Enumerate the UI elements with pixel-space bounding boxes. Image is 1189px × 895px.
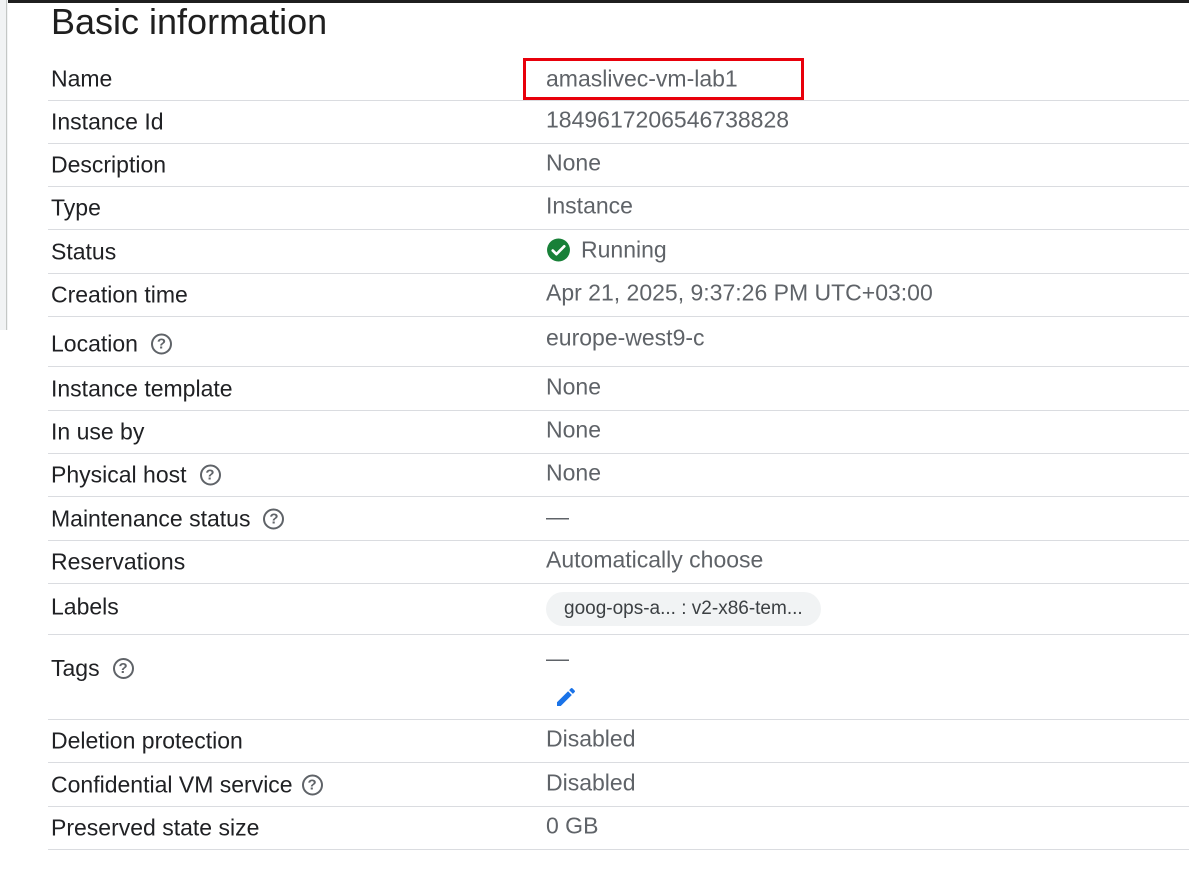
row-creation-time: Creation time Apr 21, 2025, 9:37:26 PM U… — [48, 274, 1189, 317]
row-label: Instance template — [51, 375, 233, 401]
description-value: None — [546, 149, 601, 176]
row-instance-template: Instance template None — [48, 367, 1189, 411]
section-title: Basic information — [51, 1, 328, 42]
instance-id-value: 1849617206546738828 — [546, 106, 790, 133]
row-status: Status Running — [48, 230, 1189, 274]
row-label: Tags ? — [51, 655, 134, 682]
row-labels: Labels goog-ops-a... : v2-x86-tem... — [48, 584, 1189, 635]
maintenance-status-help-icon[interactable]: ? — [263, 508, 285, 529]
tags-help-icon[interactable]: ? — [112, 658, 134, 679]
location-help-icon[interactable]: ? — [150, 333, 172, 354]
row-label: Confidential VM service ? — [51, 771, 323, 798]
status-value: Running — [546, 236, 667, 263]
row-label: Name — [51, 65, 113, 91]
row-label: Preserved state size — [51, 814, 260, 841]
reservations-value: Automatically choose — [546, 546, 764, 573]
row-label: Physical host ? — [51, 462, 221, 489]
row-deletion-protection: Deletion protection Disabled — [48, 720, 1189, 763]
row-description: Description None — [48, 144, 1189, 187]
physical-host-help-icon[interactable]: ? — [199, 464, 221, 486]
row-label: Deletion protection — [51, 727, 243, 754]
row-label: Description — [51, 151, 167, 178]
row-label: Status — [51, 238, 117, 264]
confidential-vm-help-icon[interactable]: ? — [301, 774, 323, 795]
in-use-by-value: None — [546, 416, 601, 443]
creation-time-value: Apr 21, 2025, 9:37:26 PM UTC+03:00 — [546, 279, 933, 306]
row-label: In use by — [51, 418, 145, 445]
instance-template-value: None — [546, 373, 601, 399]
row-confidential-vm: Confidential VM service ? Disabled — [48, 763, 1189, 807]
preserved-state-size-value: 0 GB — [546, 812, 599, 839]
row-preserved-state-size: Preserved state size 0 GB — [48, 807, 1189, 850]
physical-host-value: None — [546, 459, 601, 486]
check-circle-icon — [546, 237, 571, 262]
name-highlight-box — [523, 58, 804, 100]
confidential-vm-value: Disabled — [546, 769, 636, 795]
row-type: Type Instance — [48, 187, 1189, 230]
row-label: Instance Id — [51, 108, 164, 135]
row-name: Name amaslivec-vm-lab1 — [48, 57, 1189, 101]
row-label: Labels — [51, 593, 119, 620]
row-label: Creation time — [51, 281, 188, 308]
row-reservations: Reservations Automatically choose — [48, 541, 1189, 584]
edit-tags-pencil-icon[interactable] — [554, 685, 578, 714]
tags-value: — — [546, 645, 569, 671]
tags-label-text: Tags — [51, 655, 100, 681]
status-text: Running — [581, 236, 667, 262]
left-rail-divider — [6, 0, 7, 330]
location-value: europe-west9-c — [546, 324, 705, 350]
confidential-vm-label-text: Confidential VM service — [51, 771, 293, 797]
row-in-use-by: In use by None — [48, 411, 1189, 454]
type-value: Instance — [546, 192, 633, 219]
physical-host-label-text: Physical host — [51, 461, 187, 488]
row-label: Location ? — [51, 330, 172, 357]
row-label: Maintenance status ? — [51, 505, 285, 532]
row-label: Type — [51, 194, 101, 221]
row-location: Location ? europe-west9-c — [48, 317, 1189, 367]
location-label-text: Location — [51, 330, 138, 356]
row-instance-id: Instance Id 1849617206546738828 — [48, 101, 1189, 144]
basic-info-table: Name amaslivec-vm-lab1 Instance Id 18496… — [48, 57, 1189, 850]
maintenance-status-label-text: Maintenance status — [51, 505, 251, 531]
row-label: Reservations — [51, 548, 186, 575]
maintenance-status-value: — — [546, 503, 569, 529]
deletion-protection-value: Disabled — [546, 725, 636, 752]
row-maintenance-status: Maintenance status ? — — [48, 497, 1189, 541]
row-tags: Tags ? — — [48, 635, 1189, 720]
row-physical-host: Physical host ? None — [48, 454, 1189, 497]
label-chip[interactable]: goog-ops-a... : v2-x86-tem... — [546, 592, 821, 626]
